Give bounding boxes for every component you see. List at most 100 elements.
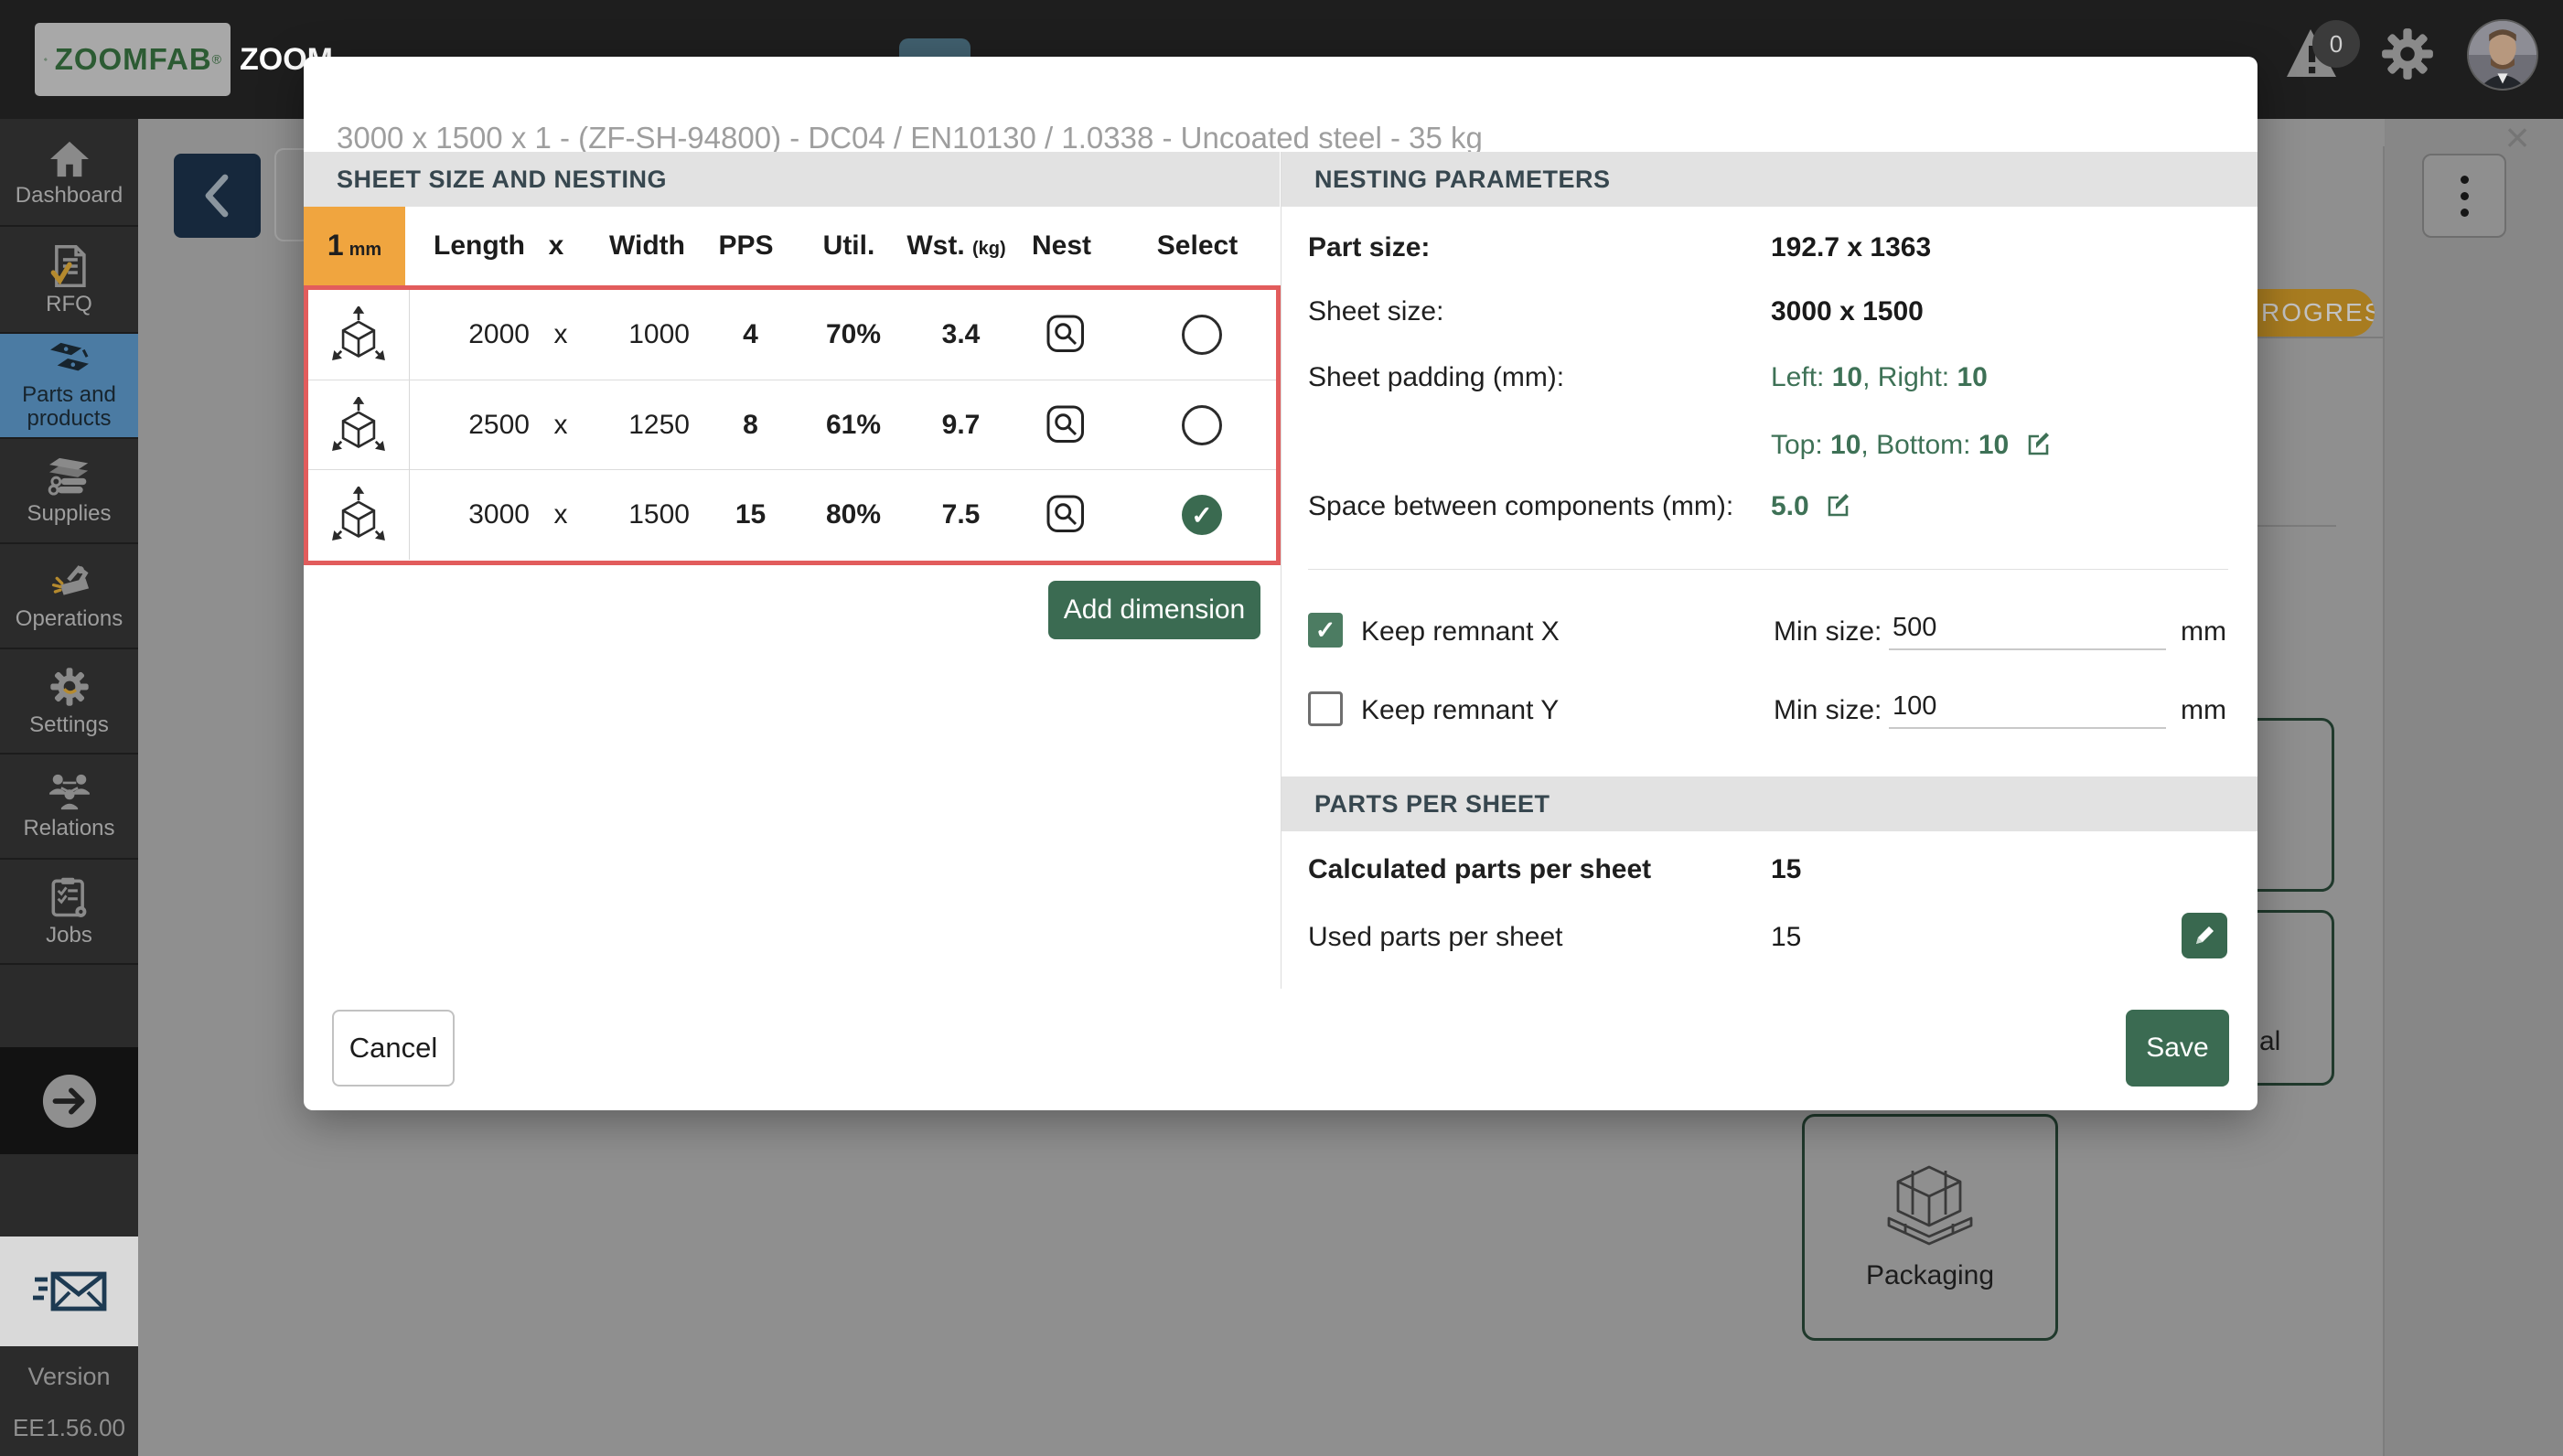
sidebar-nav: Dashboard RFQ Parts and products [0, 119, 138, 1456]
jobs-clipboard-icon [49, 876, 90, 918]
home-icon [48, 140, 91, 178]
sidebar-collapse-block [0, 1047, 138, 1154]
nesting-parameters-section-header: NESTING PARAMETERS [1282, 152, 2257, 207]
calculated-pps-label: Calculated parts per sheet [1308, 854, 1651, 885]
rfq-document-icon [49, 245, 90, 287]
sheet-nesting-dialog: 3000 x 1500 x 1 - (ZF-SH-94800) - DC04 /… [304, 57, 2257, 1110]
packaging-card[interactable]: Packaging [1802, 1114, 2058, 1341]
packaging-pallet-icon [1880, 1163, 1980, 1247]
parts-per-sheet-section-header: PARTS PER SHEET [1282, 776, 2257, 831]
thickness-cell: 1 mm [304, 207, 405, 285]
used-pps-value: 15 [1771, 922, 1801, 953]
feedback-mail-block[interactable] [0, 1237, 138, 1346]
sidebar-item-parts-and-products[interactable]: Parts and products [0, 334, 138, 439]
nest-preview-button[interactable] [1044, 492, 1089, 538]
min-size-x-label: Min size: [1774, 616, 1882, 648]
min-size-y-input[interactable] [1889, 691, 2166, 729]
keep-remnant-y-checkbox[interactable] [1308, 691, 1343, 726]
keep-remnant-y-label: Keep remnant Y [1361, 695, 1559, 726]
min-size-y-unit: mm [2181, 695, 2226, 726]
cancel-button[interactable]: Cancel [332, 1010, 455, 1087]
used-pps-label: Used parts per sheet [1308, 922, 1562, 953]
select-sheet-radio-selected[interactable]: ✓ [1182, 495, 1222, 535]
supplies-icon [48, 456, 91, 497]
sidebar-item-dashboard[interactable]: Dashboard [0, 122, 138, 227]
kebab-icon [2461, 176, 2469, 217]
part-size-value: 192.7 x 1363 [1771, 232, 1931, 263]
back-button[interactable] [174, 154, 261, 238]
sidebar-item-supplies[interactable]: Supplies [0, 439, 138, 544]
bg-divider [2257, 525, 2336, 527]
sheet-size-value: 3000 x 1500 [1771, 296, 1924, 327]
keep-remnant-x-checkbox[interactable]: ✓ [1308, 613, 1343, 648]
sheet-padding-tb-value: Top: 10, Bottom: 10 [1771, 430, 2054, 465]
sidebar-item-operations[interactable]: Operations [0, 544, 138, 649]
close-icon[interactable]: × [2495, 117, 2539, 161]
brand-reg-mark: ® [212, 52, 221, 67]
col-header-pps: PPS [698, 230, 794, 262]
version-value: EE 1.56.00 [0, 1414, 138, 1442]
workflow-card-label: al [2259, 1026, 2280, 1057]
avatar-portrait [2469, 21, 2536, 89]
bg-card-divider [2257, 337, 2383, 338]
select-sheet-radio[interactable] [1182, 405, 1222, 445]
operations-robot-arm-icon [47, 562, 92, 602]
more-options-button[interactable] [2422, 154, 2506, 238]
parts-icon [47, 341, 92, 378]
edit-padding-icon[interactable] [2026, 430, 2054, 465]
sheet-size-label: Sheet size: [1308, 296, 1443, 327]
sheet-size-section-header: SHEET SIZE AND NESTING [304, 152, 1280, 207]
select-sheet-radio[interactable] [1182, 315, 1222, 355]
sidebar-item-jobs[interactable]: Jobs [0, 860, 138, 965]
nest-magnifier-icon [1044, 492, 1089, 538]
dialog-title: 3000 x 1500 x 1 - (ZF-SH-94800) - DC04 /… [337, 121, 2120, 155]
sheet-padding-label: Sheet padding (mm): [1308, 362, 1564, 393]
arrow-right-circle-button[interactable] [41, 1073, 98, 1129]
table-row[interactable]: 2500 x 1250 8 61% 9.7 [308, 380, 1276, 469]
min-size-y-label: Min size: [1774, 695, 1882, 726]
relations-people-icon [48, 773, 91, 811]
pencil-icon [2191, 922, 2218, 949]
save-button[interactable]: Save [2126, 1010, 2229, 1087]
col-header-x: x [538, 230, 574, 262]
content-card-edge [2383, 146, 2385, 1456]
send-mail-icon [31, 1269, 108, 1314]
table-row[interactable]: 2000 x 1000 4 70% 3.4 [308, 290, 1276, 380]
sidebar-item-settings[interactable]: Settings [0, 649, 138, 755]
sheet-table-header: 1 mm Length x Width PPS Util. Wst. (kg) … [304, 207, 1281, 285]
nest-preview-button[interactable] [1044, 312, 1089, 358]
chevron-left-icon [199, 172, 236, 219]
sidebar-item-rfq[interactable]: RFQ [0, 229, 138, 334]
notification-count-badge: 0 [2312, 20, 2360, 68]
brand-text: ZOOMFAB [55, 42, 212, 76]
settings-icon [48, 666, 91, 708]
app-logo[interactable]: ZOOMFAB® [35, 23, 231, 96]
sidebar-item-relations[interactable]: Relations [0, 755, 138, 860]
calculated-pps-value: 15 [1771, 854, 1801, 885]
space-between-label: Space between components (mm): [1308, 491, 1733, 522]
min-size-x-input[interactable] [1889, 613, 2166, 650]
sheet-size-table: 2000 x 1000 4 70% 3.4 2500 x 1250 8 61% … [304, 285, 1281, 565]
nest-preview-button[interactable] [1044, 402, 1089, 448]
cube-3d-icon [332, 487, 385, 543]
app-root: ROGRESS al Packaging ZOOMFAB® ZOOM [0, 0, 2563, 1456]
right-panel-divider [1308, 569, 2228, 570]
settings-gear-icon[interactable] [2379, 26, 2436, 82]
add-dimension-button[interactable]: Add dimension [1048, 581, 1260, 639]
user-avatar[interactable] [2467, 19, 2538, 91]
page-right-gutter [2385, 119, 2563, 1456]
part-size-label: Part size: [1308, 232, 1430, 263]
nest-magnifier-icon [1044, 402, 1089, 448]
edit-space-icon[interactable] [1826, 491, 1853, 526]
col-header-length: Length [405, 230, 538, 262]
edit-used-pps-button[interactable] [2182, 913, 2227, 958]
col-header-width: Width [574, 230, 698, 262]
keep-remnant-x-label: Keep remnant X [1361, 616, 1560, 648]
nest-magnifier-icon [1044, 312, 1089, 358]
cube-3d-icon [332, 306, 385, 363]
table-row[interactable]: 3000 x 1500 15 80% 7.5 ✓ [308, 469, 1276, 559]
sheet-padding-lr-value: Left: 10, Right: 10 [1771, 362, 1988, 393]
col-header-nest: Nest [1009, 230, 1114, 262]
space-between-value: 5.0 [1771, 491, 1853, 526]
min-size-x-unit: mm [2181, 616, 2226, 648]
